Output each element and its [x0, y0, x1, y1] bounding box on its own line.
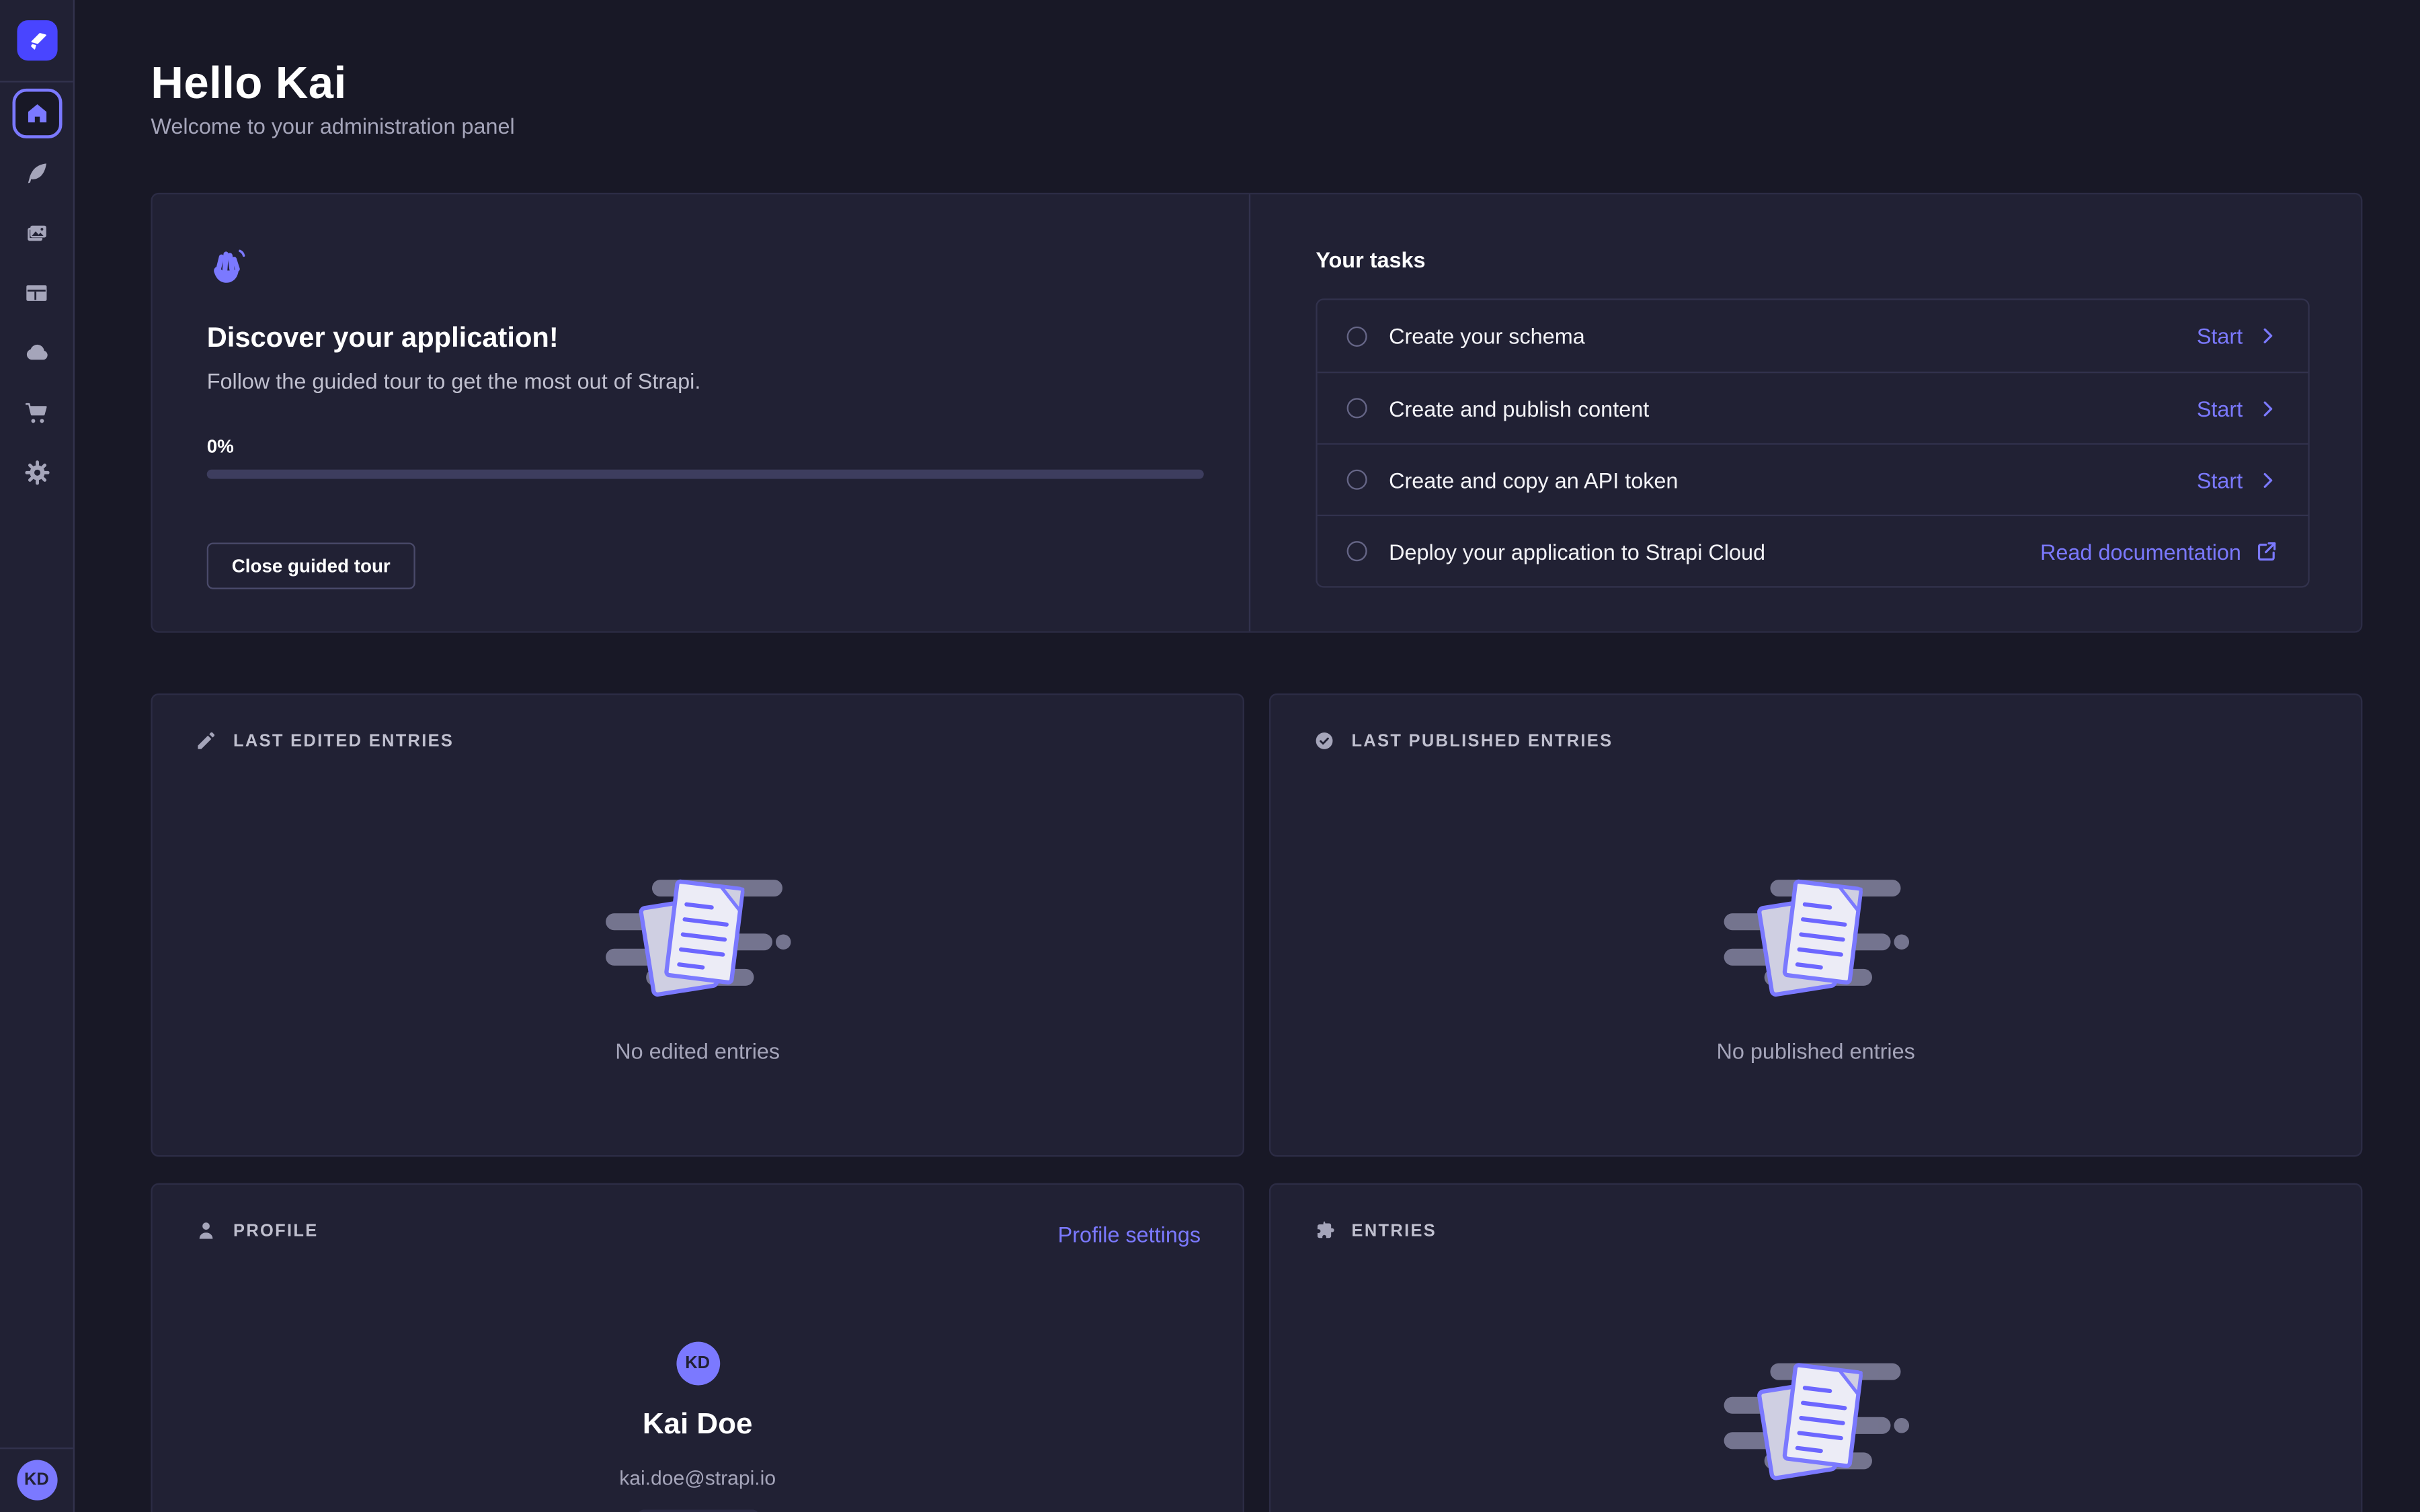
profile-name: Kai Doe: [153, 1409, 1243, 1443]
task-action-label: Start: [2197, 323, 2243, 348]
external-link-icon: [2255, 540, 2279, 563]
task-label: Create your schema: [1389, 323, 1585, 348]
person-icon: [194, 1219, 218, 1243]
sidebar-item-marketplace[interactable]: [11, 388, 61, 437]
close-guided-tour-button[interactable]: Close guided tour: [207, 542, 415, 589]
task-action-label: Read documentation: [2040, 539, 2241, 564]
guided-tour-description: Follow the guided tour to get the most o…: [207, 368, 1204, 393]
images-icon: [24, 220, 50, 246]
profile-settings-link[interactable]: Profile settings: [1058, 1222, 1201, 1247]
documents-illustration: [1722, 863, 1909, 1006]
task-action-label: Start: [2197, 396, 2243, 421]
task-label: Create and publish content: [1389, 396, 1649, 421]
task-status-circle: [1347, 470, 1367, 490]
task-row: Create and copy an API token Start: [1318, 443, 2308, 514]
task-action-label: Start: [2197, 467, 2243, 492]
sidebar-nav: [0, 83, 73, 498]
tasks-pane: Your tasks Create your schema Start Crea…: [1249, 194, 2361, 631]
page-subtitle: Welcome to your administration panel: [151, 114, 514, 138]
strapi-logo-icon: [23, 26, 51, 54]
home-icon: [24, 101, 49, 126]
task-row: Deploy your application to Strapi Cloud …: [1318, 515, 2308, 586]
widget-title: PROFILE: [233, 1221, 318, 1240]
progress-bar: [207, 470, 1204, 479]
layout-icon: [24, 280, 50, 306]
task-status-circle: [1347, 541, 1367, 561]
role-badge-partial: [637, 1510, 758, 1512]
documents-illustration: [604, 863, 791, 1006]
profile-email: kai.doe@strapi.io: [153, 1466, 1243, 1490]
sidebar-item-content-manager[interactable]: [11, 149, 61, 198]
user-avatar[interactable]: KD: [16, 1460, 56, 1500]
chevron-right-icon: [2257, 325, 2278, 347]
empty-state: No published entries: [1270, 1185, 2361, 1512]
task-label: Deploy your application to Strapi Cloud: [1389, 539, 1765, 564]
task-row: Create and publish content Start: [1318, 372, 2308, 443]
page-title: Hello Kai: [151, 59, 346, 110]
strapi-dashboard: KD Hello Kai Welcome to your administrat…: [0, 0, 2420, 1512]
strapi-logo[interactable]: [16, 20, 56, 60]
chevron-right-icon: [2257, 397, 2278, 419]
profile-avatar: KD: [676, 1342, 719, 1386]
task-start-link[interactable]: Start: [2197, 323, 2279, 348]
task-read-documentation-link[interactable]: Read documentation: [2040, 539, 2278, 564]
tasks-list: Create your schema Start Create and publ…: [1316, 298, 2309, 587]
progress-label: 0%: [207, 435, 1204, 457]
onboarding-card: Discover your application! Follow the gu…: [151, 193, 2362, 633]
cart-icon: [24, 400, 50, 426]
sidebar-item-media-library[interactable]: [11, 208, 61, 258]
sidebar-item-home[interactable]: [11, 89, 61, 138]
last-published-entries-card: LAST PUBLISHED ENTRIES No published entr…: [1269, 694, 2362, 1157]
entries-card: ENTRIES No published entries: [1269, 1183, 2362, 1512]
tasks-title: Your tasks: [1316, 247, 2309, 272]
gear-icon: [23, 459, 51, 487]
waving-hand-icon: [207, 247, 247, 288]
sidebar: KD: [0, 0, 75, 1512]
sidebar-item-settings[interactable]: [11, 448, 61, 497]
chevron-right-icon: [2257, 469, 2278, 491]
cloud-icon: [23, 339, 51, 367]
empty-state-text: No published entries: [1270, 1039, 2361, 1064]
logo-area: [0, 0, 73, 83]
task-status-circle: [1347, 326, 1367, 346]
sidebar-item-deploy[interactable]: [11, 328, 61, 378]
empty-state-text: No edited entries: [153, 1039, 1243, 1064]
documents-illustration: [1722, 1347, 1909, 1490]
sidebar-item-content-type-builder[interactable]: [11, 268, 61, 318]
task-label: Create and copy an API token: [1389, 467, 1678, 492]
task-start-link[interactable]: Start: [2197, 467, 2279, 492]
task-start-link[interactable]: Start: [2197, 396, 2279, 421]
task-status-circle: [1347, 398, 1367, 418]
last-edited-entries-card: LAST EDITED ENTRIES No edited entries: [151, 694, 1244, 1157]
sidebar-footer: KD: [0, 1447, 73, 1512]
empty-state: No published entries: [1270, 695, 2361, 1063]
task-row: Create your schema Start: [1318, 300, 2308, 372]
profile-card: PROFILE Profile settings KD Kai Doe kai.…: [151, 1183, 1244, 1512]
guided-tour-title: Discover your application!: [207, 322, 1204, 355]
guided-tour-pane: Discover your application! Follow the gu…: [153, 194, 1249, 631]
feather-icon: [24, 160, 50, 186]
empty-state: No edited entries: [153, 695, 1243, 1063]
